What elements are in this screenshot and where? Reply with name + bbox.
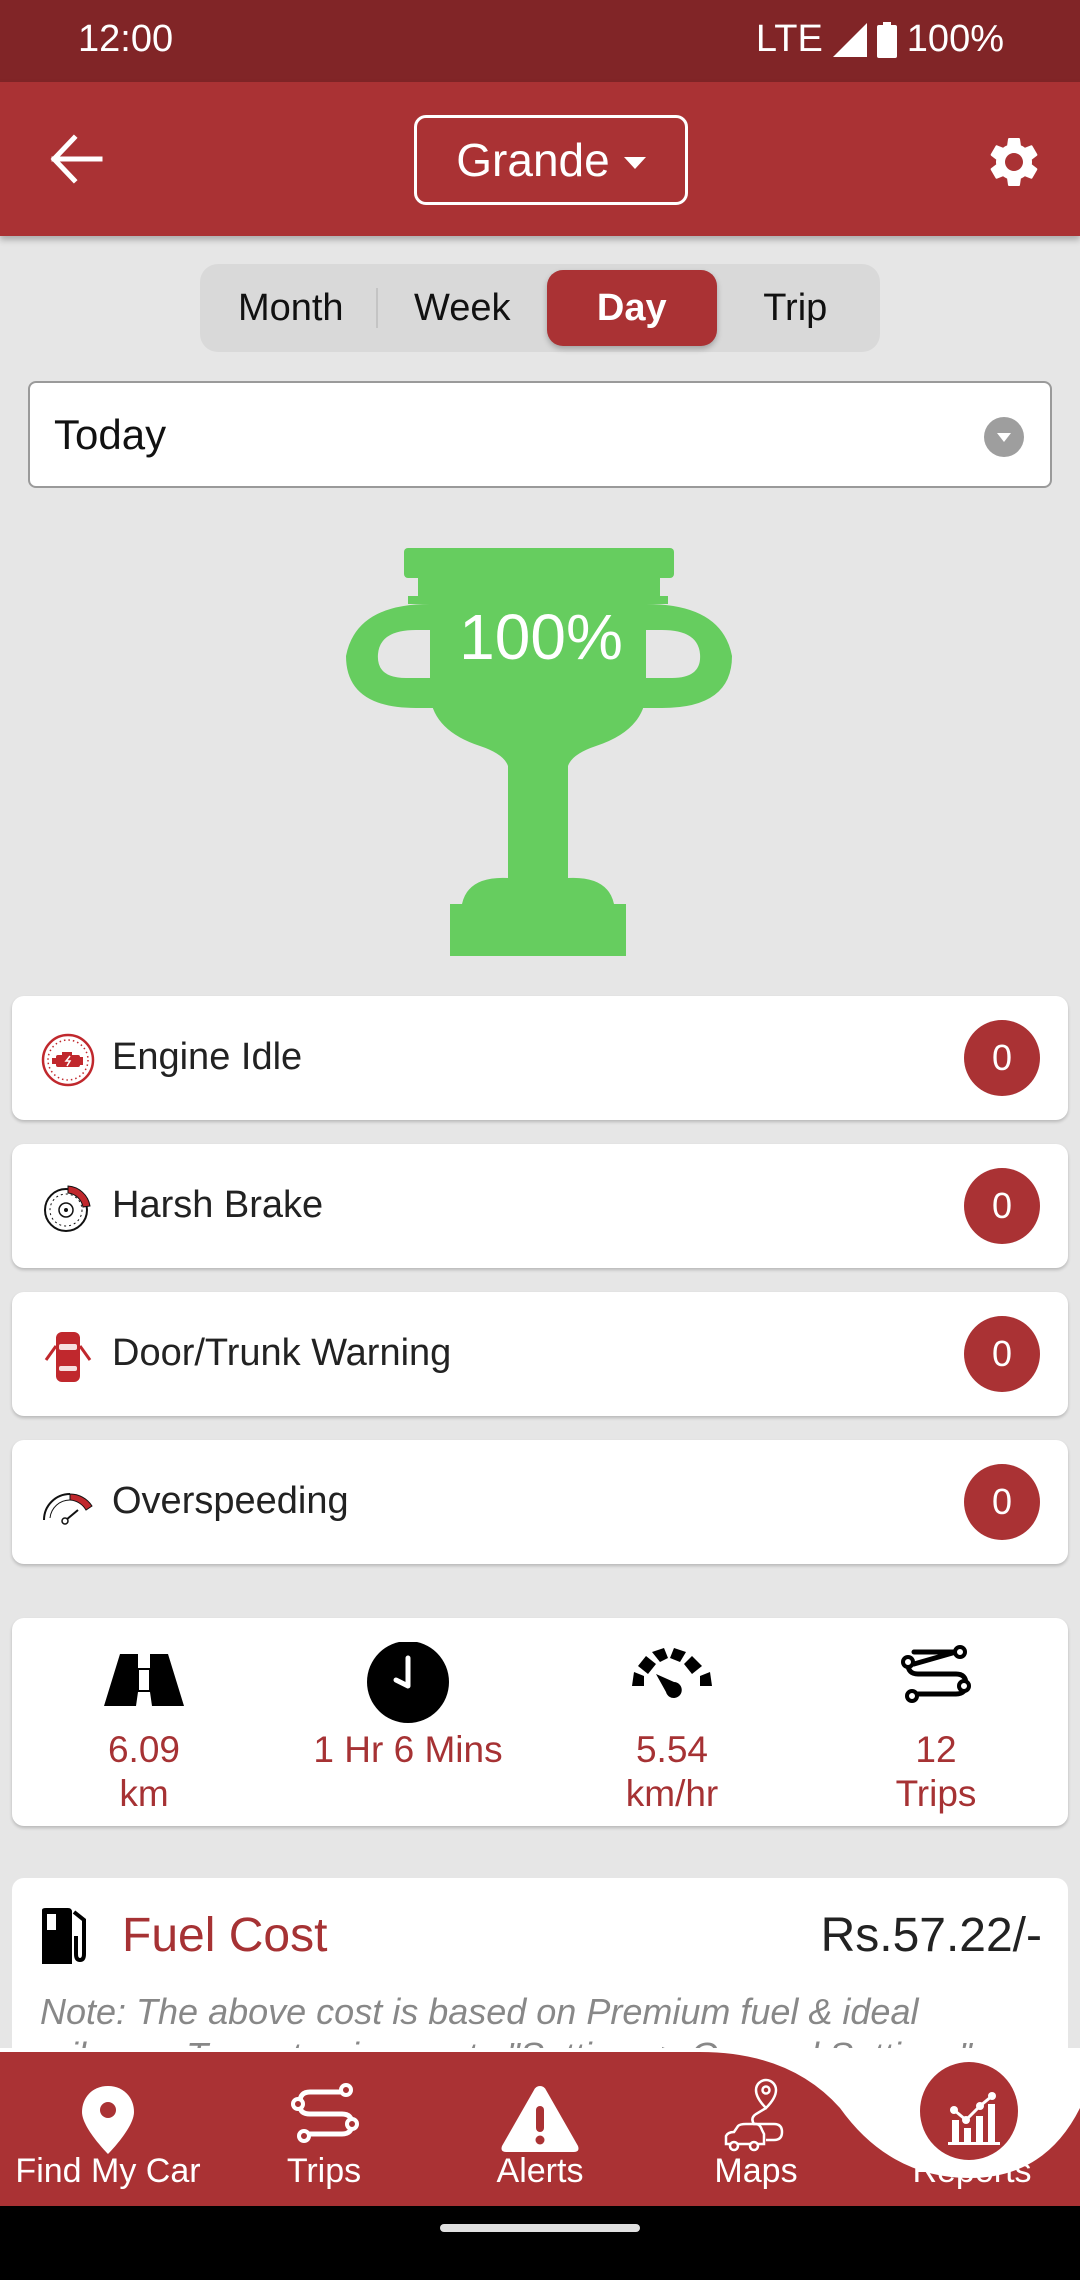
event-row-overspeeding[interactable]: Overspeeding 0: [12, 1440, 1068, 1564]
dropdown-arrow-icon: [984, 417, 1024, 457]
trip-stats-card: 6.09 km 1 Hr 6 Mins 5.54 km/hr 12 Trips: [12, 1618, 1068, 1826]
event-row-door-trunk-warning[interactable]: Door/Trunk Warning 0: [12, 1292, 1068, 1416]
vehicle-selector[interactable]: Grande: [414, 115, 688, 205]
warning-icon: [501, 2086, 579, 2152]
nav-find-my-car[interactable]: Find My Car: [0, 2048, 216, 2206]
nav-label: Reports: [912, 2152, 1032, 2190]
event-count-badge: 0: [964, 1020, 1040, 1096]
date-range-value: Today: [54, 411, 167, 458]
tab-trip[interactable]: Trip: [717, 270, 875, 346]
stat-value: 6.09 km: [107, 1729, 180, 1814]
nav-label: Alerts: [496, 2152, 584, 2190]
stat-trips: 12 Trips: [804, 1618, 1068, 1826]
stat-distance: 6.09 km: [12, 1618, 276, 1826]
nav-maps[interactable]: Maps: [648, 2048, 864, 2206]
network-type: LTE: [755, 18, 823, 60]
route-icon: [291, 2083, 359, 2143]
bottom-navigation: Find My Car Trips Alerts Maps Reports: [0, 2048, 1080, 2206]
nav-label: Find My Car: [15, 2152, 201, 2190]
stat-value: 12 Trips: [895, 1729, 977, 1814]
event-label: Harsh Brake: [112, 1184, 324, 1226]
road-icon: [104, 1654, 184, 1706]
status-time: 12:00: [78, 18, 174, 60]
nav-label: Trips: [286, 2152, 362, 2190]
gear-icon[interactable]: [984, 132, 1044, 192]
event-label: Overspeeding: [112, 1480, 349, 1522]
event-row-harsh-brake[interactable]: Harsh Brake 0: [12, 1144, 1068, 1268]
period-tabs: Month Week Day Trip: [200, 264, 880, 352]
status-bar: 12:00 LTE 100%: [0, 0, 1080, 82]
caret-down-icon: [623, 157, 646, 169]
event-row-engine-idle[interactable]: Engine Idle 0: [12, 996, 1068, 1120]
event-label: Door/Trunk Warning: [112, 1332, 452, 1374]
battery-level: 100%: [906, 18, 1004, 60]
fuel-cost-title: Fuel Cost: [122, 1909, 328, 1962]
stat-duration: 1 Hr 6 Mins: [276, 1618, 540, 1826]
date-range-select[interactable]: Today: [28, 381, 1052, 488]
event-count-badge: 0: [964, 1464, 1040, 1540]
home-gesture-handle[interactable]: [440, 2224, 640, 2232]
signal-icon: [832, 22, 867, 57]
nav-alerts[interactable]: Alerts: [432, 2048, 648, 2206]
harsh-brake-icon: [44, 1185, 91, 1232]
engine-idle-icon: [41, 1033, 95, 1087]
fuel-pump-icon: [42, 1908, 86, 1964]
vehicle-name: Grande: [456, 134, 610, 186]
tab-week[interactable]: Week: [378, 270, 548, 346]
reports-chart-icon: [948, 2092, 1000, 2145]
system-navigation-bar: [0, 2206, 1080, 2280]
app-bar: Grande: [0, 82, 1080, 236]
back-arrow-icon[interactable]: [48, 134, 104, 184]
stat-avg-speed: 5.54 km/hr: [540, 1618, 804, 1826]
battery-icon: [876, 21, 897, 58]
speedometer-icon: [632, 1648, 712, 1698]
stat-value: 1 Hr 6 Mins: [313, 1729, 503, 1770]
nav-trips[interactable]: Trips: [216, 2048, 432, 2206]
overspeeding-icon: [43, 1493, 93, 1525]
fuel-cost-value: Rs.57.22/-: [820, 1909, 1042, 1962]
event-count-badge: 0: [964, 1168, 1040, 1244]
nav-label: Maps: [714, 2152, 798, 2190]
status-indicators: LTE 100%: [756, 18, 1004, 61]
nav-reports[interactable]: Reports: [864, 2048, 1080, 2206]
event-count-badge: 0: [964, 1316, 1040, 1392]
tab-day[interactable]: Day: [547, 270, 717, 346]
location-pin-icon: [82, 2086, 134, 2154]
stat-value: 5.54 km/hr: [625, 1729, 719, 1814]
door-trunk-icon: [44, 1332, 92, 1382]
tab-month[interactable]: Month: [206, 270, 376, 346]
map-car-icon: [724, 2078, 784, 2152]
driving-score: 100%: [459, 601, 623, 673]
event-label: Engine Idle: [112, 1036, 303, 1078]
clock-icon: [367, 1642, 449, 1723]
route-icon: [901, 1645, 971, 1703]
